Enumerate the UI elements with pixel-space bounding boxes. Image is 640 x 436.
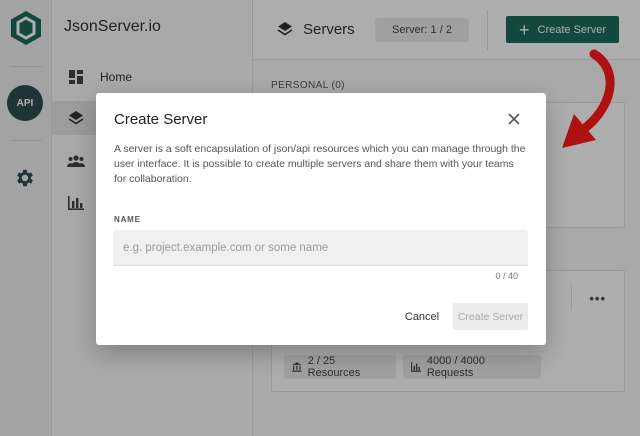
create-server-dialog: Create Server A server is a soft encapsu… [96,93,546,345]
server-name-input[interactable] [113,230,528,266]
dialog-title: Create Server [114,111,208,128]
name-field-label: NAME [114,215,141,224]
create-server-submit-button[interactable]: Create Server [453,303,528,330]
cancel-button[interactable]: Cancel [399,304,445,330]
character-counter: 0 / 40 [495,271,518,281]
close-icon[interactable] [506,111,522,127]
dialog-description: A server is a soft encapsulation of json… [114,143,526,185]
